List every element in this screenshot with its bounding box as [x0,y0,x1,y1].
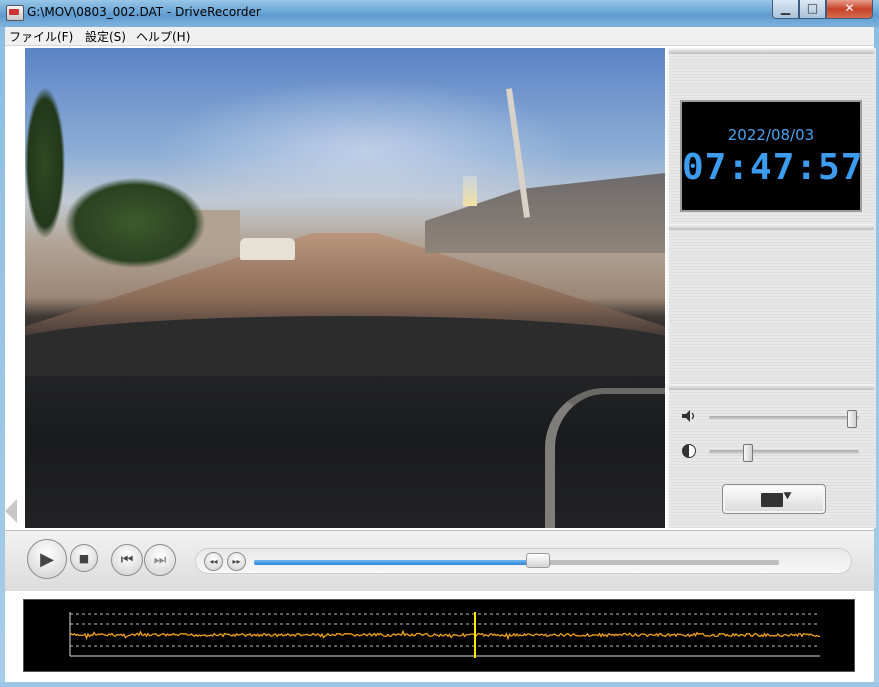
brightness-slider-thumb[interactable] [743,444,754,462]
volume-slider-track[interactable] [709,416,859,420]
open-file-button[interactable] [722,484,826,514]
seek-track[interactable] [254,560,779,565]
title-bar[interactable]: G:\MOV\0803_002.DAT - DriveRecorder ▁ □ … [0,0,879,27]
clock-date: 2022/08/03 [727,126,815,144]
seek-bar[interactable]: ◂◂ ▸▸ [195,548,852,574]
window-title: G:\MOV\0803_002.DAT - DriveRecorder [27,5,261,19]
video-road-sign [463,176,477,206]
video-hood [25,316,665,376]
open-folder-icon [761,493,783,507]
g-sensor-graph[interactable] [23,599,855,672]
next-icon: ⏭ [153,552,167,568]
previous-button[interactable]: ⏮ [111,544,143,576]
video-door-frame [545,388,665,528]
clock-display: 2022/08/03 07:47:57 [680,100,862,212]
close-button[interactable]: ✕ [826,0,873,19]
panel-divider [669,48,874,54]
menu-bar: ファイル(F) 設定(S) ヘルプ(H) [5,27,874,46]
transport-bar: ▶ ■ ⏮ ⏭ ◂◂ ▸▸ [5,530,874,591]
side-panel: 2022/08/03 07:47:57 [667,48,876,528]
menu-help[interactable]: ヘルプ(H) [136,28,190,45]
minimize-button[interactable]: ▁ [772,0,799,19]
window-bottom-border [0,682,879,687]
next-button[interactable]: ⏭ [144,544,176,576]
video-tree [65,178,205,268]
g-sensor-plot [69,612,821,658]
stop-button[interactable]: ■ [70,544,98,572]
video-frame[interactable] [25,48,665,528]
previous-icon: ⏮ [120,552,134,568]
brightness-slider-track[interactable] [709,450,859,454]
client-area: 2022/08/03 07:47:57 ▶ ■ ⏮ ⏭ ◂◂ ▸▸ [5,46,876,682]
fast-forward-icon: ▸▸ [232,557,241,566]
stop-icon: ■ [78,551,90,565]
panel-divider [669,384,874,390]
clock-time: 07:47:57 [682,147,864,188]
contrast-icon[interactable] [682,444,696,458]
video-tree [25,88,65,238]
app-icon[interactable] [6,5,24,21]
play-icon: ▶ [40,548,54,570]
fast-forward-button[interactable]: ▸▸ [227,552,246,571]
collapse-arrow-icon[interactable] [5,499,17,523]
menu-settings[interactable]: 設定(S) [85,28,126,45]
seek-progress [254,560,538,565]
app-window: G:\MOV\0803_002.DAT - DriveRecorder ▁ □ … [0,0,879,687]
volume-slider-thumb[interactable] [846,410,857,428]
menu-file[interactable]: ファイル(F) [9,28,73,45]
play-button[interactable]: ▶ [27,539,67,579]
speaker-icon[interactable] [682,410,696,422]
seek-thumb[interactable] [525,553,550,568]
rewind-icon: ◂◂ [209,557,218,566]
rewind-button[interactable]: ◂◂ [204,552,223,571]
g-sensor-trace [69,629,821,641]
video-car [240,238,295,260]
panel-divider [669,224,874,230]
maximize-button[interactable]: □ [799,0,826,19]
